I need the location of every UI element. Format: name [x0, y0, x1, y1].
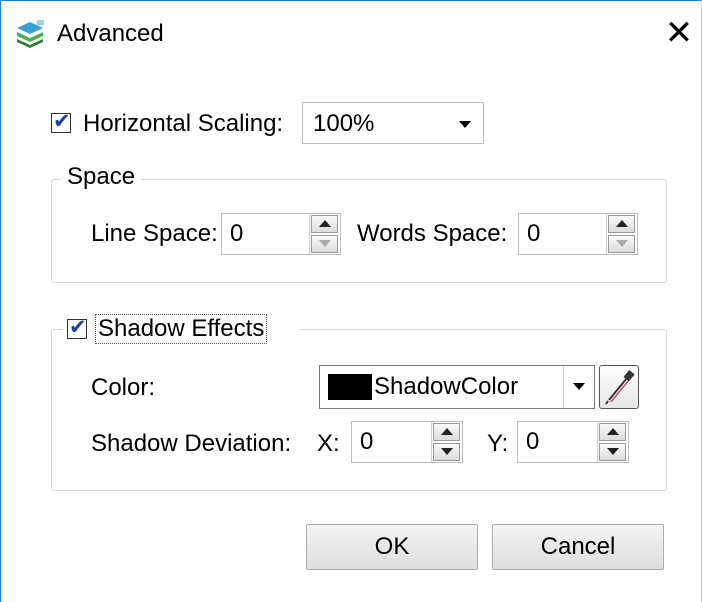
shadow-deviation-label: Shadow Deviation: — [91, 430, 292, 457]
shadow-x-increment-button[interactable] — [433, 423, 460, 441]
horizontal-scaling-value: 100% — [313, 110, 375, 137]
shadow-y-value: 0 — [526, 428, 540, 455]
words-space-stepper[interactable]: 0 — [518, 213, 638, 255]
color-label: Color: — [91, 374, 156, 401]
shadow-color-dropdown[interactable]: ShadowColor — [319, 365, 595, 409]
horizontal-scaling-label: Horizontal Scaling: — [83, 110, 284, 137]
words-space-value: 0 — [527, 220, 541, 247]
shadow-color-value: ShadowColor — [374, 373, 519, 400]
title-bar: Advanced ✕ — [1, 1, 701, 67]
chevron-down-icon — [563, 366, 594, 408]
layers-icon — [15, 19, 45, 49]
chevron-down-icon — [459, 121, 471, 128]
shadow-effects-checkbox[interactable] — [67, 315, 87, 340]
shadow-y-decrement-button[interactable] — [599, 443, 626, 461]
words-space-decrement-button[interactable] — [608, 235, 635, 253]
cancel-button[interactable]: Cancel — [492, 524, 664, 570]
line-space-increment-button[interactable] — [311, 215, 338, 233]
space-legend: Space — [61, 163, 142, 191]
x-label: X: — [317, 430, 340, 457]
horizontal-scaling-checkbox[interactable] — [51, 109, 71, 134]
advanced-dialog: Advanced ✕ Horizontal Scaling: 100% Spac… — [0, 0, 702, 602]
words-space-increment-button[interactable] — [608, 215, 635, 233]
horizontal-scaling-dropdown[interactable]: 100% — [302, 102, 484, 144]
words-space-label: Words Space: — [357, 220, 508, 247]
close-button[interactable]: ✕ — [657, 11, 701, 55]
shadow-y-stepper[interactable]: 0 — [517, 421, 629, 463]
shadow-x-decrement-button[interactable] — [433, 443, 460, 461]
line-space-value: 0 — [230, 220, 244, 247]
y-label: Y: — [487, 430, 509, 457]
color-picker-button[interactable] — [599, 365, 639, 409]
ok-button[interactable]: OK — [306, 524, 478, 570]
line-space-stepper[interactable]: 0 — [221, 213, 341, 255]
shadow-x-stepper[interactable]: 0 — [351, 421, 463, 463]
line-space-label: Line Space: — [91, 220, 218, 247]
color-swatch — [328, 374, 372, 400]
shadow-y-increment-button[interactable] — [599, 423, 626, 441]
line-space-decrement-button[interactable] — [311, 235, 338, 253]
shadow-x-value: 0 — [360, 428, 374, 455]
shadow-effects-group — [51, 329, 667, 491]
shadow-effects-label[interactable]: Shadow Effects — [95, 314, 268, 344]
eyedropper-icon — [600, 370, 638, 412]
window-title: Advanced — [57, 20, 164, 47]
